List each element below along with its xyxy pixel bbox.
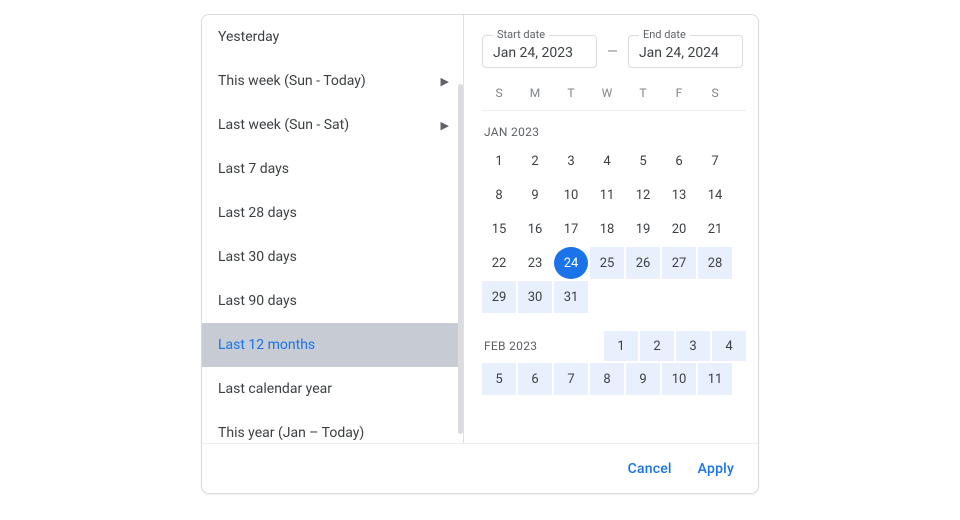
preset-label: Yesterday <box>218 29 279 45</box>
preset-label: Last week (Sun - Sat) <box>218 117 349 133</box>
start-date-label: Start date <box>493 28 549 41</box>
weekday-header: SMTWTFS <box>482 82 746 111</box>
day-jan-31[interactable]: 31 <box>554 281 588 313</box>
day-jan-5[interactable]: 5 <box>626 145 660 177</box>
preset-label: Last 7 days <box>218 161 289 177</box>
day-feb-11[interactable]: 11 <box>698 363 732 395</box>
weekday-T: T <box>626 86 660 100</box>
apply-button[interactable]: Apply <box>698 461 734 477</box>
day-feb-1[interactable]: 1 <box>604 331 638 361</box>
day-jan-3[interactable]: 3 <box>554 145 588 177</box>
day-jan-21[interactable]: 21 <box>698 213 732 245</box>
weekday-W: W <box>590 86 624 100</box>
cancel-button[interactable]: Cancel <box>628 461 672 477</box>
preset-yesterday[interactable]: Yesterday <box>202 15 463 59</box>
start-date-field[interactable]: Start date Jan 24, 2023 <box>482 35 597 68</box>
preset-last-90-days[interactable]: Last 90 days <box>202 279 463 323</box>
date-range-separator: — <box>607 44 618 60</box>
day-jan-18[interactable]: 18 <box>590 213 624 245</box>
weekday-S: S <box>482 86 516 100</box>
month-label-feb: FEB 2023 <box>482 339 602 353</box>
day-feb-10[interactable]: 10 <box>662 363 696 395</box>
preset-last-7-days[interactable]: Last 7 days <box>202 147 463 191</box>
end-date-field[interactable]: End date Jan 24, 2024 <box>628 35 743 68</box>
day-jan-6[interactable]: 6 <box>662 145 696 177</box>
day-feb-2[interactable]: 2 <box>640 331 674 361</box>
day-feb-7[interactable]: 7 <box>554 363 588 395</box>
day-jan-13[interactable]: 13 <box>662 179 696 211</box>
weekday-T: T <box>554 86 588 100</box>
day-jan-20[interactable]: 20 <box>662 213 696 245</box>
day-jan-8[interactable]: 8 <box>482 179 516 211</box>
day-jan-29[interactable]: 29 <box>482 281 516 313</box>
day-feb-9[interactable]: 9 <box>626 363 660 395</box>
month-row-feb-2: 567891011 <box>482 363 746 395</box>
weekday-F: F <box>662 86 696 100</box>
preset-last-calendar-year[interactable]: Last calendar year <box>202 367 463 411</box>
day-jan-23[interactable]: 23 <box>518 247 552 279</box>
day-jan-17[interactable]: 17 <box>554 213 588 245</box>
chevron-right-icon: ▶ <box>441 119 449 132</box>
end-date-label: End date <box>639 28 690 41</box>
day-jan-26[interactable]: 26 <box>626 247 660 279</box>
month-grid-jan: 1234567891011121314151617181920212223242… <box>482 145 746 313</box>
day-jan-2[interactable]: 2 <box>518 145 552 177</box>
preset-last-12-months[interactable]: Last 12 months <box>202 323 463 367</box>
date-inputs: Start date Jan 24, 2023 — End date Jan 2… <box>482 15 746 82</box>
preset-label: This year (Jan – Today) <box>218 425 364 441</box>
preset-label: Last calendar year <box>218 381 332 397</box>
preset-this-week-sun-today[interactable]: This week (Sun - Today) ▶ <box>202 59 463 103</box>
chevron-right-icon: ▶ <box>441 75 449 88</box>
day-jan-28[interactable]: 28 <box>698 247 732 279</box>
day-jan-15[interactable]: 15 <box>482 213 516 245</box>
month-label-jan: JAN 2023 <box>482 111 746 145</box>
day-jan-22[interactable]: 22 <box>482 247 516 279</box>
day-feb-3[interactable]: 3 <box>676 331 710 361</box>
picker-body: YesterdayThis week (Sun - Today)▶Last we… <box>202 15 758 443</box>
day-jan-19[interactable]: 19 <box>626 213 660 245</box>
day-jan-24[interactable]: 24 <box>554 247 588 279</box>
day-jan-7[interactable]: 7 <box>698 145 732 177</box>
preset-last-week-sun-sat[interactable]: Last week (Sun - Sat) ▶ <box>202 103 463 147</box>
day-jan-9[interactable]: 9 <box>518 179 552 211</box>
preset-this-year-jan-today[interactable]: This year (Jan – Today) <box>202 411 463 443</box>
day-jan-27[interactable]: 27 <box>662 247 696 279</box>
weekday-S: S <box>698 86 732 100</box>
calendar-panel: Start date Jan 24, 2023 — End date Jan 2… <box>464 15 758 443</box>
preset-label: Last 90 days <box>218 293 297 309</box>
day-feb-4[interactable]: 4 <box>712 331 746 361</box>
day-jan-4[interactable]: 4 <box>590 145 624 177</box>
start-date-value: Jan 24, 2023 <box>493 45 573 61</box>
preset-list: YesterdayThis week (Sun - Today)▶Last we… <box>202 15 464 443</box>
preset-label: Last 30 days <box>218 249 297 265</box>
weekday-M: M <box>518 86 552 100</box>
day-jan-16[interactable]: 16 <box>518 213 552 245</box>
end-date-value: Jan 24, 2024 <box>639 45 719 61</box>
date-range-picker: YesterdayThis week (Sun - Today)▶Last we… <box>201 14 759 494</box>
day-jan-12[interactable]: 12 <box>626 179 660 211</box>
preset-last-30-days[interactable]: Last 30 days <box>202 235 463 279</box>
preset-scrollbar[interactable] <box>458 84 463 434</box>
day-feb-5[interactable]: 5 <box>482 363 516 395</box>
picker-footer: Cancel Apply <box>202 443 758 493</box>
day-feb-6[interactable]: 6 <box>518 363 552 395</box>
preset-label: This week (Sun - Today) <box>218 73 366 89</box>
month-row-feb-head: FEB 2023 1234 <box>482 331 746 361</box>
day-jan-10[interactable]: 10 <box>554 179 588 211</box>
day-feb-8[interactable]: 8 <box>590 363 624 395</box>
day-jan-14[interactable]: 14 <box>698 179 732 211</box>
day-jan-25[interactable]: 25 <box>590 247 624 279</box>
day-jan-11[interactable]: 11 <box>590 179 624 211</box>
preset-last-28-days[interactable]: Last 28 days <box>202 191 463 235</box>
preset-label: Last 28 days <box>218 205 297 221</box>
preset-label: Last 12 months <box>218 337 315 353</box>
day-jan-30[interactable]: 30 <box>518 281 552 313</box>
day-jan-1[interactable]: 1 <box>482 145 516 177</box>
